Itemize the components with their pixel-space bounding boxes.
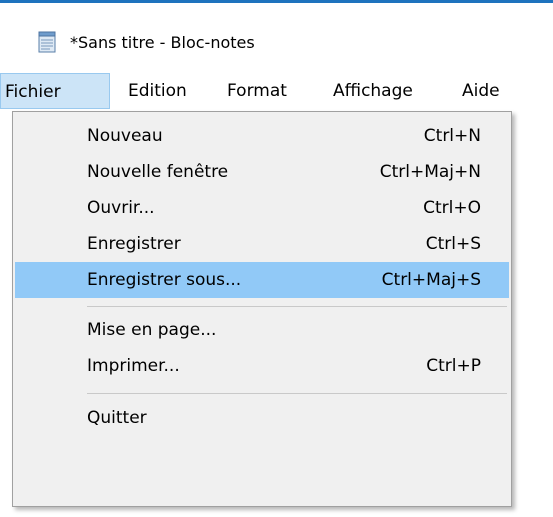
menu-item-shortcut: Ctrl+Maj+S xyxy=(381,270,481,290)
menu-item-shortcut: Ctrl+S xyxy=(425,234,481,254)
menu-label: Edition xyxy=(128,81,187,101)
menu-item-label: Imprimer... xyxy=(87,356,180,376)
menu-aide[interactable]: Aide xyxy=(462,73,500,109)
menu-item-ouvrir[interactable]: Ouvrir... Ctrl+O xyxy=(15,190,509,226)
title-bar: *Sans titre - Bloc-notes xyxy=(0,3,553,73)
menu-item-shortcut: Ctrl+P xyxy=(426,356,481,376)
menu-item-nouveau[interactable]: Nouveau Ctrl+N xyxy=(15,118,509,154)
menu-item-label: Ouvrir... xyxy=(87,198,155,218)
menu-item-label: Enregistrer sous... xyxy=(87,270,242,290)
file-menu-dropdown: Nouveau Ctrl+N Nouvelle fenêtre Ctrl+Maj… xyxy=(12,111,512,507)
menu-fichier[interactable]: Fichier xyxy=(0,73,110,109)
notepad-icon xyxy=(38,31,56,53)
menu-item-shortcut: Ctrl+O xyxy=(423,198,481,218)
menu-item-label: Enregistrer xyxy=(87,234,181,254)
menu-affichage[interactable]: Affichage xyxy=(333,73,413,109)
menu-bar: Fichier Edition Format Affichage Aide xyxy=(0,73,553,111)
menu-item-mise-en-page[interactable]: Mise en page... xyxy=(15,312,509,348)
menu-item-label: Nouveau xyxy=(87,126,163,146)
menu-item-label: Mise en page... xyxy=(87,320,217,340)
menu-label: Affichage xyxy=(333,81,413,101)
menu-item-shortcut: Ctrl+N xyxy=(423,126,481,146)
menu-separator xyxy=(87,393,507,394)
menu-label: Format xyxy=(227,81,287,101)
menu-edition[interactable]: Edition xyxy=(128,73,187,109)
menu-label: Fichier xyxy=(5,82,61,102)
menu-item-quitter[interactable]: Quitter xyxy=(15,400,509,436)
menu-label: Aide xyxy=(462,81,500,101)
menu-item-label: Quitter xyxy=(87,408,147,428)
menu-item-enregistrer-sous[interactable]: Enregistrer sous... Ctrl+Maj+S xyxy=(15,262,509,298)
menu-item-imprimer[interactable]: Imprimer... Ctrl+P xyxy=(15,348,509,384)
menu-format[interactable]: Format xyxy=(227,73,287,109)
menu-item-label: Nouvelle fenêtre xyxy=(87,162,229,182)
window-title: *Sans titre - Bloc-notes xyxy=(70,33,255,52)
menu-item-nouvelle-fenetre[interactable]: Nouvelle fenêtre Ctrl+Maj+N xyxy=(15,154,509,190)
menu-item-shortcut: Ctrl+Maj+N xyxy=(379,162,481,182)
menu-separator xyxy=(87,306,507,307)
menu-item-enregistrer[interactable]: Enregistrer Ctrl+S xyxy=(15,226,509,262)
